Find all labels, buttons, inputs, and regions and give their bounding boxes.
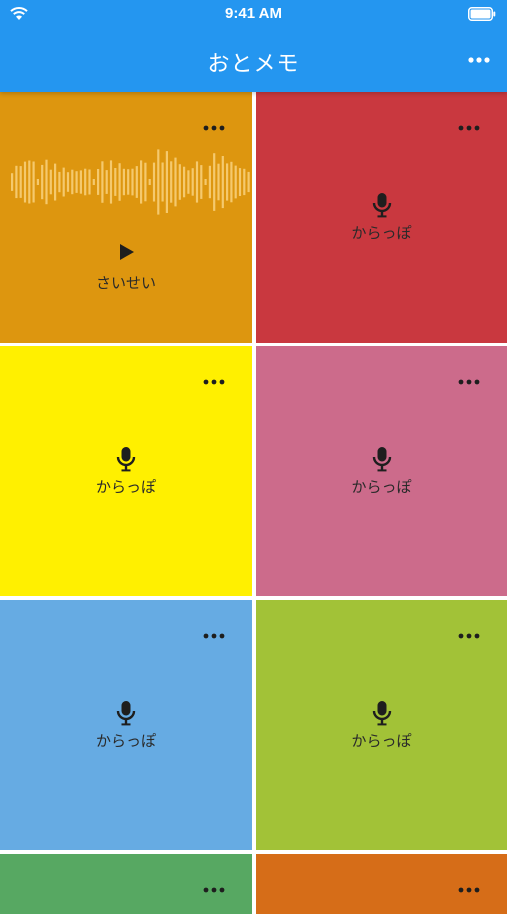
status-time: 9:41 AM (225, 5, 282, 22)
play-icon (114, 242, 138, 268)
memo-tile-empty[interactable]: からっぽ (256, 600, 507, 850)
microphone-icon (114, 446, 138, 472)
memo-tile-empty[interactable]: からっぽ (256, 346, 507, 596)
battery-icon (468, 7, 496, 21)
more-horizontal-icon[interactable] (457, 626, 481, 639)
tile-content: からっぽ (256, 446, 507, 497)
tile-label: からっぽ (351, 224, 412, 242)
page-title: おとメモ (207, 52, 300, 77)
memo-tile-empty[interactable]: からっぽ (0, 600, 252, 850)
tile-label: からっぽ (95, 478, 156, 496)
waveform-graphic (11, 149, 250, 215)
memo-tile-empty[interactable] (256, 854, 507, 914)
tile-content: からっぽ (256, 192, 507, 243)
tile-label: さいせい (95, 274, 156, 292)
tile-label: からっぽ (95, 732, 156, 750)
memo-tile-empty[interactable]: からっぽ (256, 92, 507, 343)
memo-tile-recorded[interactable]: さいせい (0, 92, 252, 343)
microphone-icon (370, 192, 394, 218)
tile-content: からっぽ (0, 446, 252, 497)
tile-content: さいせい (0, 242, 252, 293)
more-horizontal-icon[interactable] (465, 50, 493, 70)
more-horizontal-icon[interactable] (202, 372, 226, 385)
tile-content: からっぽ (0, 700, 252, 751)
more-horizontal-icon[interactable] (202, 118, 226, 131)
memo-tile-empty[interactable] (0, 854, 252, 914)
tile-label: からっぽ (351, 732, 412, 750)
microphone-icon (370, 446, 394, 472)
memo-tile-empty[interactable]: からっぽ (0, 346, 252, 596)
status-bar: 9:41 AM (0, 0, 507, 28)
microphone-icon (370, 700, 394, 726)
more-horizontal-icon[interactable] (457, 118, 481, 131)
tile-content: からっぽ (256, 700, 507, 751)
more-horizontal-icon[interactable] (202, 880, 226, 893)
more-horizontal-icon[interactable] (457, 880, 481, 893)
app-header: 9:41 AM おとメモ (0, 0, 507, 92)
more-horizontal-icon[interactable] (457, 372, 481, 385)
memo-grid: さいせい からっぽ からっぽ からっぽ からっぽ からっぽ (0, 92, 507, 914)
tile-label: からっぽ (351, 478, 412, 496)
more-horizontal-icon[interactable] (202, 626, 226, 639)
microphone-icon (114, 700, 138, 726)
